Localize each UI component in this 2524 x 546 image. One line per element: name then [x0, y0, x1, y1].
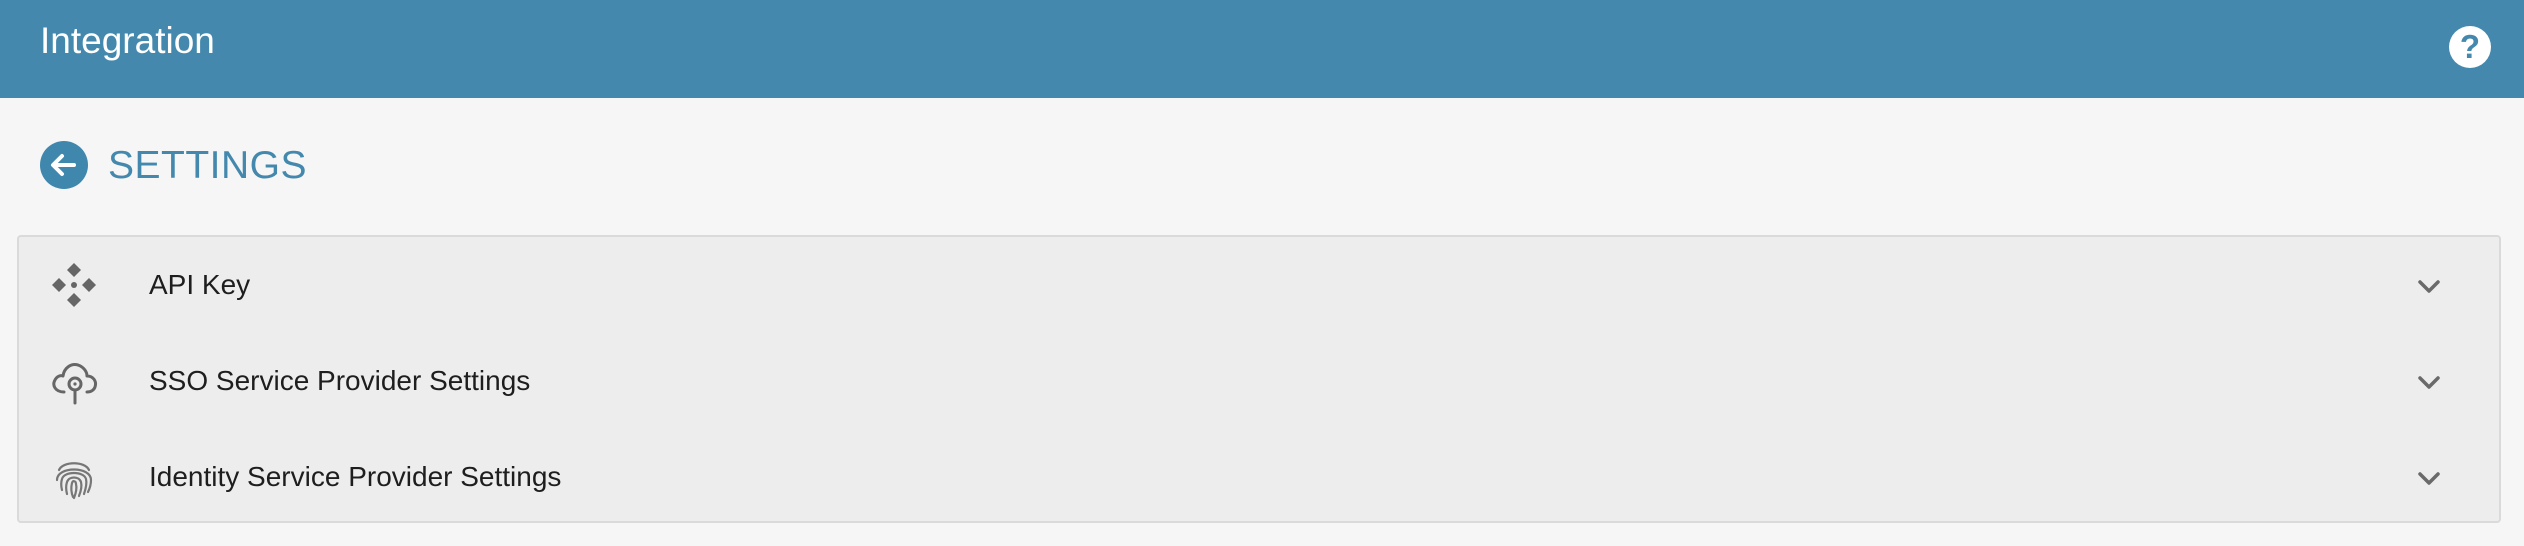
section-sso-service-provider[interactable]: SSO Service Provider Settings — [19, 333, 2499, 429]
help-icon: ? — [2459, 28, 2481, 65]
fingerprint-icon — [55, 462, 93, 500]
section-label: API Key — [149, 269, 251, 300]
cloud-key-icon — [52, 363, 97, 405]
chevron-down-icon[interactable] — [2413, 366, 2445, 398]
page-title: SETTINGS — [108, 144, 308, 187]
app-header: Integration ? — [0, 0, 2524, 98]
chevron-down-icon[interactable] — [2413, 270, 2445, 302]
api-key-icon — [52, 263, 96, 307]
section-api-key[interactable]: API Key — [19, 237, 2499, 333]
chevron-down-icon[interactable] — [2413, 462, 2445, 494]
settings-panel: API Key SSO Service Provider Settings Id… — [17, 235, 2501, 523]
arrow-left-icon — [51, 154, 76, 176]
section-identity-service-provider[interactable]: Identity Service Provider Settings — [19, 429, 2499, 525]
help-button[interactable]: ? — [2449, 26, 2491, 68]
app-title: Integration — [40, 20, 215, 61]
back-button[interactable] — [40, 141, 88, 189]
section-label: SSO Service Provider Settings — [149, 365, 531, 396]
section-label: Identity Service Provider Settings — [149, 461, 562, 492]
